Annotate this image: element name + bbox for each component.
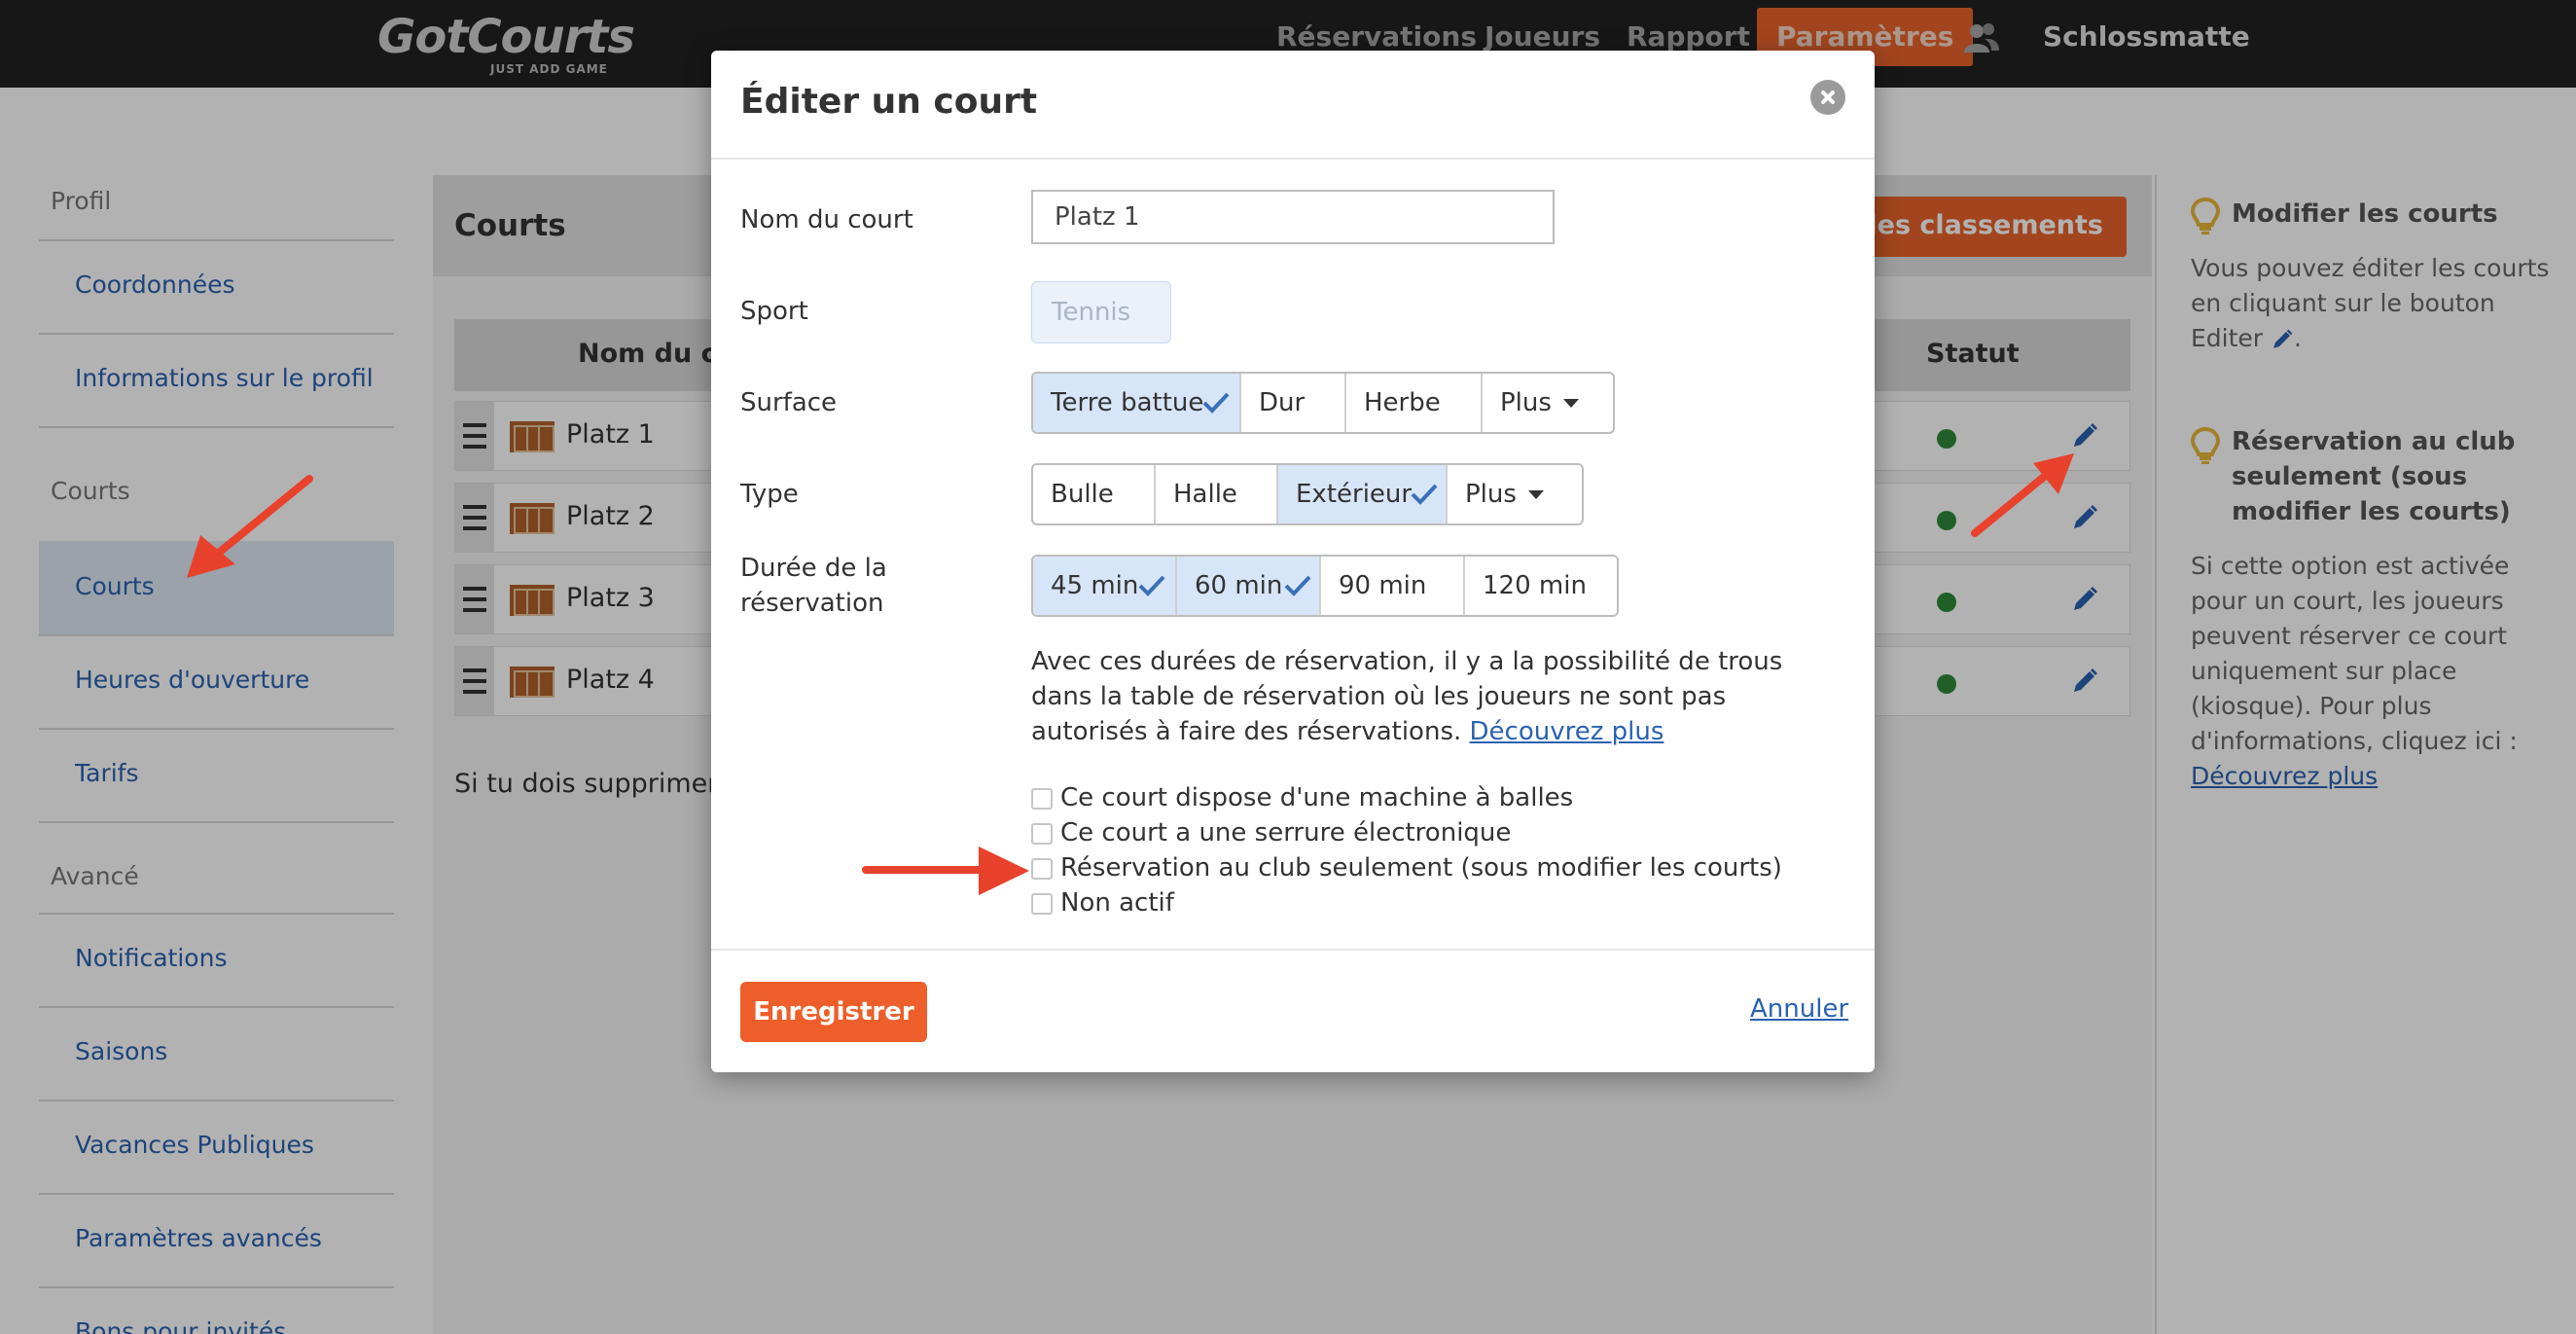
label-duration: Durée de la réservation: [740, 554, 887, 618]
duration-option-45[interactable]: 45 min: [1033, 557, 1175, 615]
surface-option-dur[interactable]: Dur: [1239, 374, 1344, 432]
checkbox-label: Réservation au club seulement (sous modi…: [1060, 853, 1782, 883]
duration-option-120[interactable]: 120 min: [1463, 557, 1617, 615]
court-name-input[interactable]: [1031, 190, 1555, 244]
checkmark-icon: [1138, 575, 1165, 596]
option-label: 60 min: [1195, 571, 1283, 600]
cancel-link[interactable]: Annuler: [1750, 994, 1848, 1024]
discover-more-link[interactable]: Découvrez plus: [1470, 717, 1664, 746]
checkbox-label: Ce court dispose d'une machine à balles: [1060, 783, 1574, 812]
checkmark-icon: [1411, 484, 1438, 505]
option-label: Extérieur: [1296, 480, 1413, 509]
option-label: Plus: [1500, 388, 1552, 417]
save-button[interactable]: Enregistrer: [740, 982, 927, 1042]
type-more-dropdown[interactable]: Plus: [1446, 465, 1582, 523]
modal-footer: Enregistrer Annuler: [711, 949, 1875, 1072]
option-label: 90 min: [1339, 571, 1427, 600]
checkbox[interactable]: [1031, 893, 1053, 915]
checkbox-label: Ce court a une serrure électronique: [1060, 818, 1512, 847]
sport-value: Tennis: [1052, 298, 1131, 327]
type-option-bulle[interactable]: Bulle: [1033, 465, 1154, 523]
duration-option-90[interactable]: 90 min: [1319, 557, 1463, 615]
checkmark-icon: [1284, 575, 1311, 596]
surface-option-terre-battue[interactable]: Terre battue: [1033, 374, 1239, 432]
type-option-exterieur[interactable]: Extérieur: [1276, 465, 1446, 523]
surface-more-dropdown[interactable]: Plus: [1481, 374, 1613, 432]
checkbox-label: Non actif: [1060, 888, 1174, 918]
option-label: Plus: [1465, 480, 1517, 509]
option-label: 45 min: [1051, 571, 1139, 600]
label-surface: Surface: [740, 388, 838, 417]
modal-title: Éditer un court: [740, 82, 1038, 122]
label-court-name: Nom du court: [740, 205, 913, 234]
surface-option-herbe[interactable]: Herbe: [1344, 374, 1481, 432]
option-label: Dur: [1259, 388, 1306, 417]
checkbox[interactable]: [1031, 788, 1053, 810]
duration-description: Avec ces durées de réservation, il y a l…: [1031, 644, 1839, 749]
type-option-halle[interactable]: Halle: [1154, 465, 1276, 523]
description-text: Avec ces durées de réservation, il y a l…: [1031, 647, 1783, 746]
label-sport: Sport: [740, 297, 808, 326]
option-label: Herbe: [1364, 388, 1441, 417]
duration-selector: 45 min 60 min 90 min 120 min: [1031, 555, 1619, 617]
caret-down-icon: [1527, 490, 1544, 499]
close-icon[interactable]: [1810, 80, 1845, 115]
caret-down-icon: [1562, 399, 1579, 408]
modal-header: Éditer un court: [711, 51, 1875, 160]
checkbox[interactable]: [1031, 823, 1053, 845]
surface-selector: Terre battue Dur Herbe Plus: [1031, 372, 1615, 434]
edit-court-modal: Éditer un court Nom du court Sport Tenni…: [711, 51, 1875, 1072]
checkmark-icon: [1202, 392, 1230, 414]
label-type: Type: [740, 480, 799, 509]
type-selector: Bulle Halle Extérieur Plus: [1031, 463, 1584, 525]
option-label: Terre battue: [1051, 388, 1204, 417]
sport-field: Tennis: [1031, 281, 1171, 343]
option-label: Bulle: [1051, 480, 1114, 509]
checkbox[interactable]: [1031, 858, 1053, 880]
option-label: 120 min: [1483, 571, 1587, 600]
duration-option-60[interactable]: 60 min: [1175, 557, 1319, 615]
option-label: Halle: [1173, 480, 1237, 509]
